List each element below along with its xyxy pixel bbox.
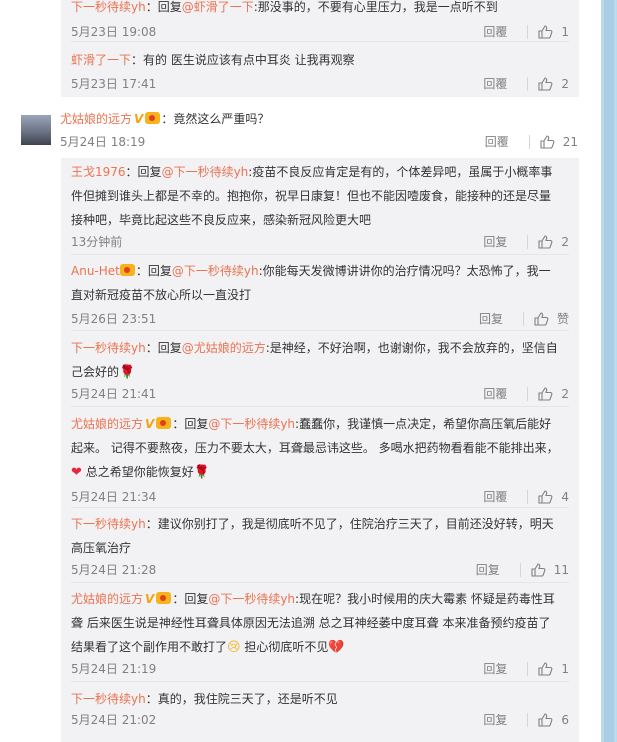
thumbs-up-icon [538, 234, 553, 249]
thumbs-up-icon [531, 562, 546, 577]
like-count: 21 [562, 134, 578, 149]
reply-time: 5月24日 21:28 [71, 563, 157, 577]
reply-button[interactable]: 回覆 [483, 23, 507, 40]
like-button[interactable]: 11 [531, 563, 569, 577]
reply-item: 下一秒待续yh：回复@尤姑娘的远方:是神经，不好治啊，也谢谢你，我不会放弃的，坚… [61, 334, 579, 410]
heart-icon: ❤ [71, 465, 82, 480]
nested-replies: 王戈1976：回复@下一秒待续yh:疫苗不良反应肯定是有的，个体差异吧，虽属于小… [61, 158, 579, 742]
like-button[interactable]: 1 [538, 25, 569, 39]
like-count: 4 [561, 489, 569, 504]
like-count: 1 [561, 661, 569, 676]
page-scrollbar[interactable] [601, 0, 617, 742]
thumbs-up-icon [538, 24, 553, 39]
mention-link[interactable]: @下一秒待续yh [162, 165, 249, 179]
verified-v-icon: V [145, 592, 155, 606]
reply-button[interactable]: 回覆 [483, 488, 507, 505]
reply-time: 5月23日 17:41 [71, 77, 157, 91]
reply-username[interactable]: 尤姑娘的远方 [71, 592, 143, 606]
like-button[interactable]: 2 [538, 387, 569, 401]
rose-icon: 🌹 [119, 365, 136, 380]
reply-time: 5月23日 19:08 [71, 25, 157, 39]
crying-face-icon: 😢 [227, 640, 241, 655]
like-count: 2 [561, 386, 569, 401]
mention-link[interactable]: @尤姑娘的远方 [182, 341, 266, 355]
reply-username[interactable]: 下一秒待续yh [71, 0, 146, 14]
reply-item: 下一秒待续yh：真的，我住院三天了，还是听不见 5月24日 21:02 回复 6 [61, 685, 579, 742]
like-count: 6 [561, 712, 569, 727]
verified-v-icon: V [145, 417, 155, 431]
like-count: 1 [561, 24, 569, 39]
thumbs-up-icon [538, 386, 553, 401]
level-badge-icon [156, 417, 172, 429]
mention-link[interactable]: @下一秒待续yh [172, 264, 259, 278]
broken-heart-icon: 💔 [328, 640, 345, 655]
thumbs-up-icon [538, 489, 553, 504]
like-button[interactable]: 21 [540, 135, 578, 149]
reply-username[interactable]: 虾滑了一下 [71, 53, 131, 67]
reply-item: 王戈1976：回复@下一秒待续yh:疫苗不良反应肯定是有的，个体差异吧，虽属于小… [61, 158, 579, 255]
reply-text: :那没事的，不要有心里压力，我是一点听不到 [253, 0, 498, 14]
reply-text: ：真的，我住院三天了，还是听不见 [145, 692, 338, 706]
reply-button[interactable]: 回覆 [483, 385, 507, 402]
reply-text-tail: 担心彻底听不见 [240, 640, 329, 654]
reply-username[interactable]: 王戈1976 [71, 165, 126, 179]
reply-text-tail: 总之希望你能恢复好 [81, 465, 194, 479]
like-count: 2 [561, 234, 569, 249]
like-button[interactable]: 4 [538, 490, 569, 504]
like-button[interactable]: 6 [538, 713, 569, 727]
reply-item: 尤姑娘的远方 V ：回复@下一秒待续yh:蠢蠢你，我谨慎一点决定，希望你高压氧后能好… [61, 410, 579, 510]
reply-time: 5月24日 21:34 [71, 490, 157, 504]
reply-time: 5月26日 23:51 [71, 312, 157, 326]
thumbs-up-icon [538, 712, 553, 727]
reply-username[interactable]: 下一秒待续yh [71, 692, 146, 706]
comment-time: 5月24日 18:19 [60, 135, 146, 149]
reply-username[interactable]: 下一秒待续yh [71, 517, 146, 531]
like-button[interactable]: 2 [538, 77, 569, 91]
like-count: 11 [553, 562, 569, 577]
comment-text: ：竟然这么严重吗？ [161, 112, 270, 126]
nested-replies-top: 下一秒待续yh：回复@虾滑了一下:那没事的，不要有心里压力，我是一点听不到 5月… [61, 0, 579, 97]
avatar[interactable] [21, 115, 51, 145]
like-count: 赞 [556, 312, 569, 326]
mention-link[interactable]: @下一秒待续yh [208, 417, 295, 431]
reply-text: ：有的 医生说应该有点中耳炎 让我再观察 [131, 53, 355, 67]
reply-time: 13分钟前 [71, 235, 123, 249]
comment-username[interactable]: 尤姑娘的远方 [60, 112, 132, 126]
reply-username[interactable]: 尤姑娘的远方 [71, 417, 143, 431]
reply-item: 下一秒待续yh：建议你别打了，我是彻底听不见了，住院治疗三天了，目前还没好转，明… [61, 510, 579, 585]
reply-button[interactable]: 回复 [483, 233, 507, 250]
reply-time: 5月24日 21:02 [71, 713, 157, 727]
thumbs-up-icon [538, 661, 553, 676]
rose-icon: 🌹 [193, 465, 210, 480]
thumbs-up-icon [540, 134, 555, 149]
reply-button[interactable]: 回覆 [483, 75, 507, 92]
reply-username[interactable]: 下一秒待续yh [71, 341, 146, 355]
level-badge-icon [145, 112, 161, 124]
reply-time: 5月24日 21:41 [71, 387, 157, 401]
comment-item: 尤姑娘的远方 V ：竟然这么严重吗？ 5月24日 18:19 回覆 21 [0, 105, 600, 155]
level-badge-icon [156, 592, 172, 604]
reply-button[interactable]: 回覆 [485, 133, 509, 150]
thumbs-up-icon [538, 76, 553, 91]
reply-item: 尤姑娘的远方 V ：回复@下一秒待续yh:现在呢？我小时候用的庆大霉素 怀疑是药毒性… [61, 585, 579, 685]
thumbs-up-icon [534, 311, 549, 326]
level-badge-icon [119, 264, 135, 276]
like-button[interactable]: 赞 [534, 310, 569, 327]
reply-item: 虾滑了一下：有的 医生说应该有点中耳炎 让我再观察 5月23日 17:41 回覆… [61, 48, 579, 96]
like-button[interactable]: 1 [538, 662, 569, 676]
reply-time: 5月24日 21:19 [71, 662, 157, 676]
mention-link[interactable]: @虾滑了一下 [182, 0, 254, 14]
reply-button[interactable]: 回复 [483, 660, 507, 677]
like-button[interactable]: 2 [538, 235, 569, 249]
reply-button[interactable]: 回复 [483, 711, 507, 728]
mention-link[interactable]: @下一秒待续yh [208, 592, 295, 606]
reply-button[interactable]: 回复 [476, 561, 500, 578]
verified-v-icon: V [134, 112, 144, 126]
like-count: 2 [561, 76, 569, 91]
reply-button[interactable]: 回复 [479, 310, 503, 327]
reply-username[interactable]: Anu-Het [71, 264, 120, 278]
scrollbar-track[interactable] [604, 0, 614, 742]
reply-item: Anu-Het ：回复@下一秒待续yh:你能每天发微博讲讲你的治疗情况吗？太恐怖了… [61, 259, 579, 334]
